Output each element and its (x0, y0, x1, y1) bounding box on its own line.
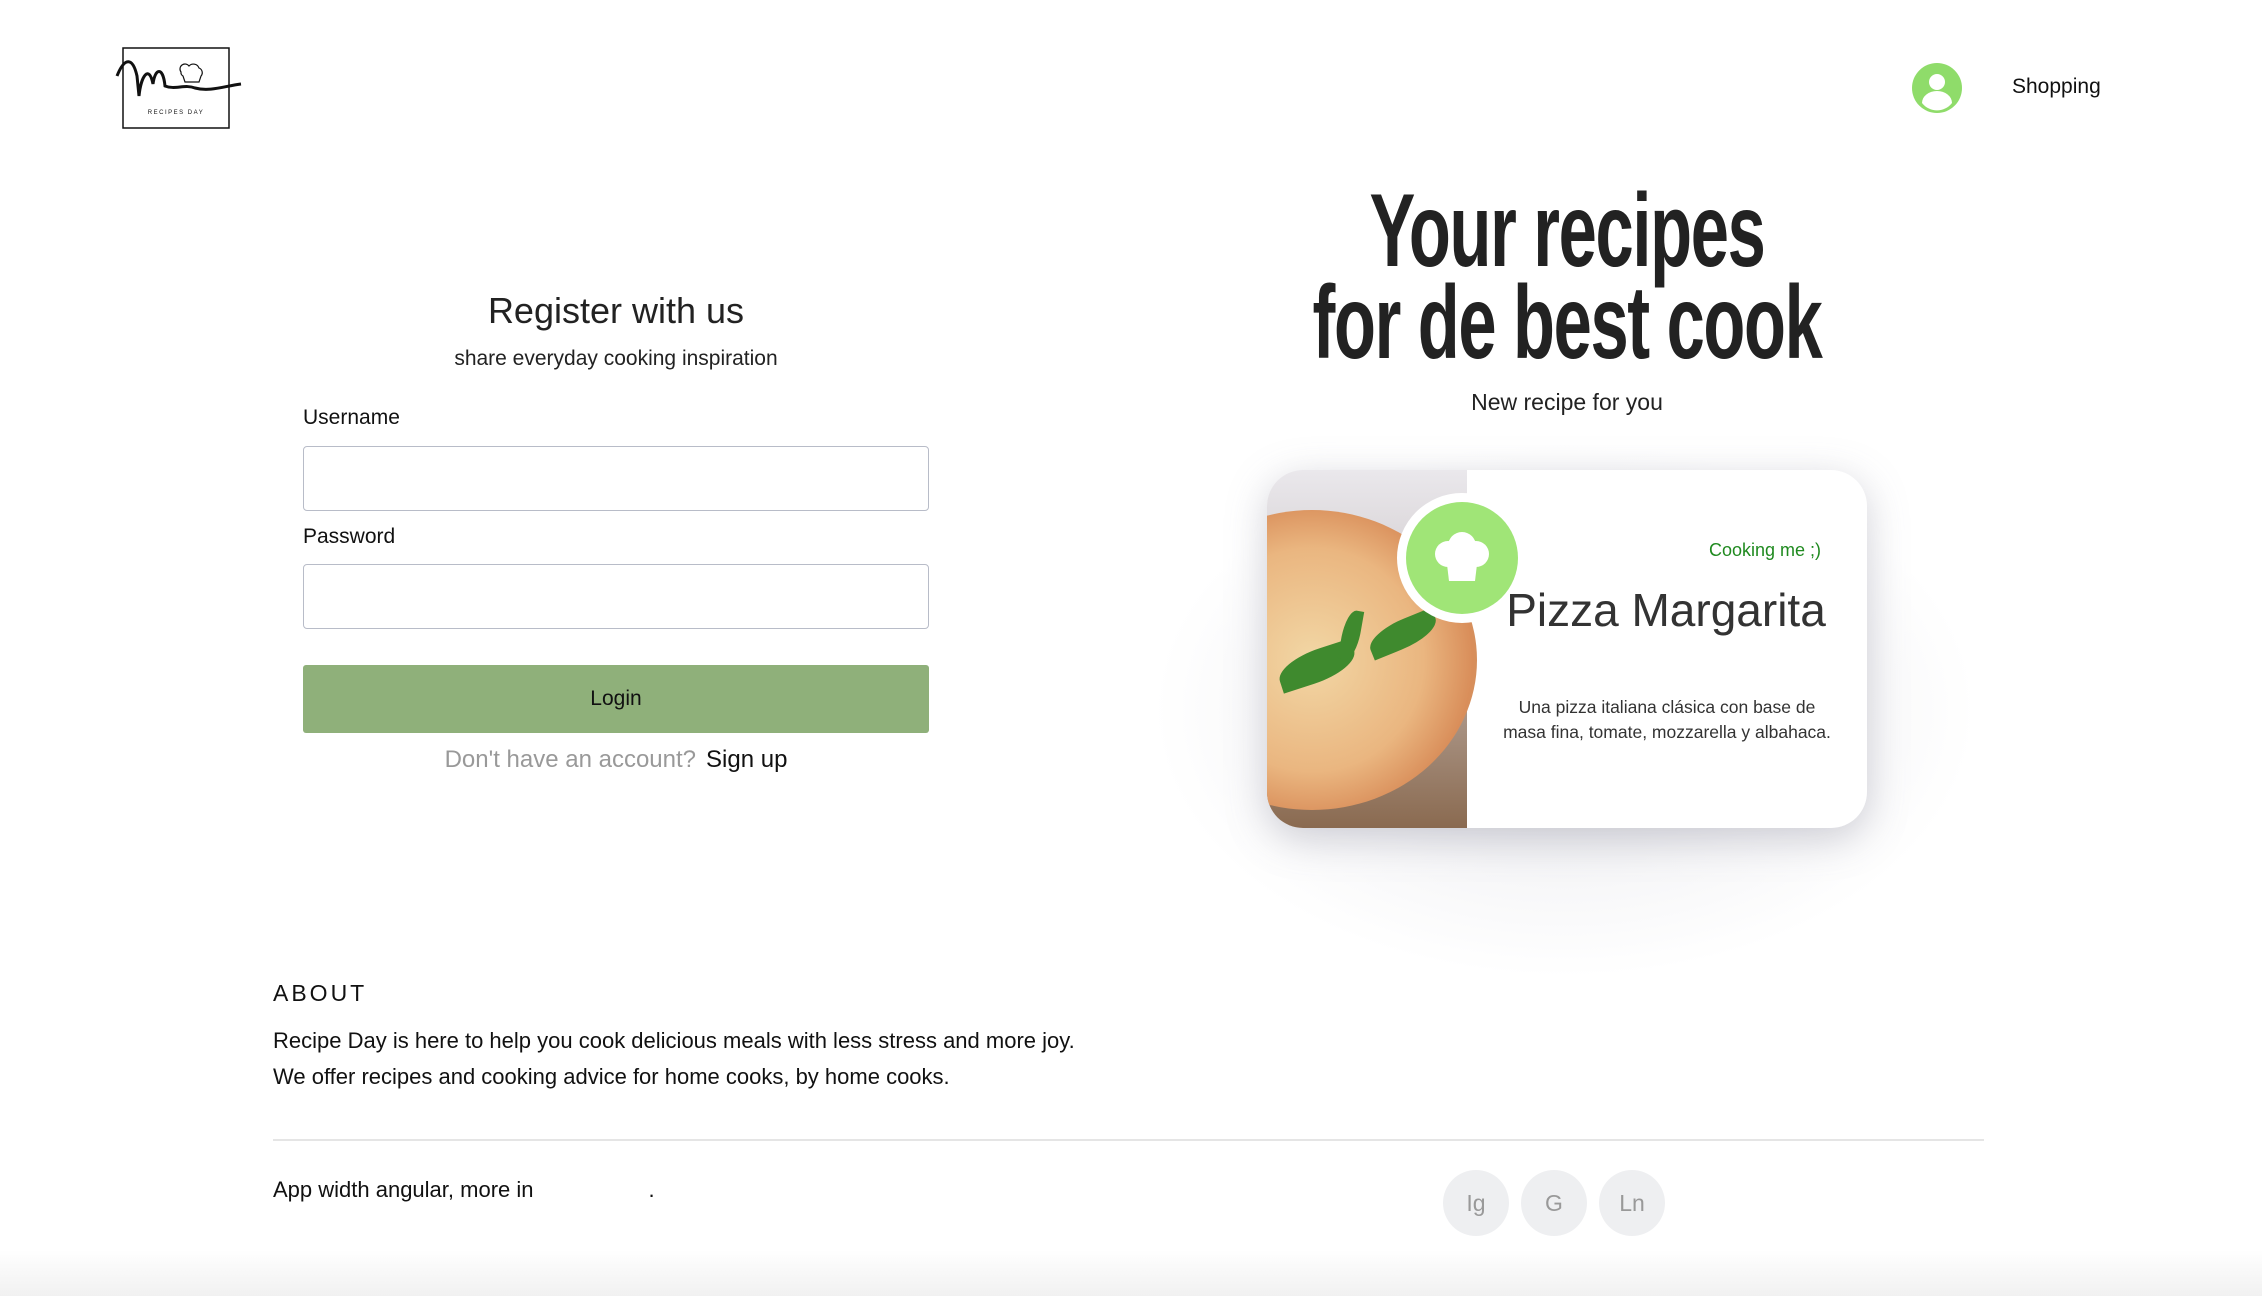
recipe-description: Una pizza italiana clásica con base de m… (1503, 697, 1831, 742)
recipes-day-logo[interactable]: RECIPES DAY (115, 46, 243, 130)
footer-period: . (648, 1177, 655, 1202)
linkedin-button[interactable]: Ln (1599, 1170, 1665, 1236)
cooking-badge: Cooking me ;) (1708, 540, 1821, 560)
register-subtitle: share everyday cooking inspiration (454, 347, 778, 370)
about-text-2: We offer recipes and cooking advice for … (273, 1064, 950, 1089)
password-label: Password (303, 525, 396, 548)
svg-text:RECIPES DAY: RECIPES DAY (148, 110, 204, 116)
login-button[interactable]: Login (303, 665, 929, 733)
footer-text-main: App width angular, more in (273, 1177, 534, 1202)
about-heading: ABOUT (273, 980, 368, 1006)
instagram-button[interactable]: Ig (1443, 1170, 1509, 1236)
hero-headline: Your recipes for de best cook (1167, 173, 1967, 381)
password-input[interactable] (303, 564, 929, 629)
hero-subheading: New recipe for you (1471, 389, 1663, 415)
user-avatar-icon[interactable] (1912, 63, 1962, 113)
headline-line-1: Your recipes (1369, 173, 1766, 289)
shopping-link[interactable]: Shopping (2012, 75, 2101, 99)
recipe-card[interactable]: Cooking me ;) Pizza Margarita Una pizza … (1267, 470, 1867, 828)
signup-prompt: Don't have an account? Sign up (316, 746, 916, 774)
signup-link[interactable]: Sign up (706, 746, 787, 773)
page-bottom-fade (0, 1250, 2262, 1296)
footer-divider (273, 1139, 1984, 1141)
google-button[interactable]: G (1521, 1170, 1587, 1236)
username-label: Username (303, 406, 400, 429)
register-title: Register with us (487, 290, 745, 331)
footer-text: App width angular, more in. (273, 1177, 655, 1203)
about-text-1: Recipe Day is here to help you cook deli… (273, 1028, 1075, 1053)
username-input[interactable] (303, 446, 929, 511)
recipe-title[interactable]: Pizza Margarita (1487, 585, 1845, 635)
headline-line-2: for de best cook (1312, 265, 1822, 381)
no-account-text: Don't have an account? (444, 746, 697, 773)
